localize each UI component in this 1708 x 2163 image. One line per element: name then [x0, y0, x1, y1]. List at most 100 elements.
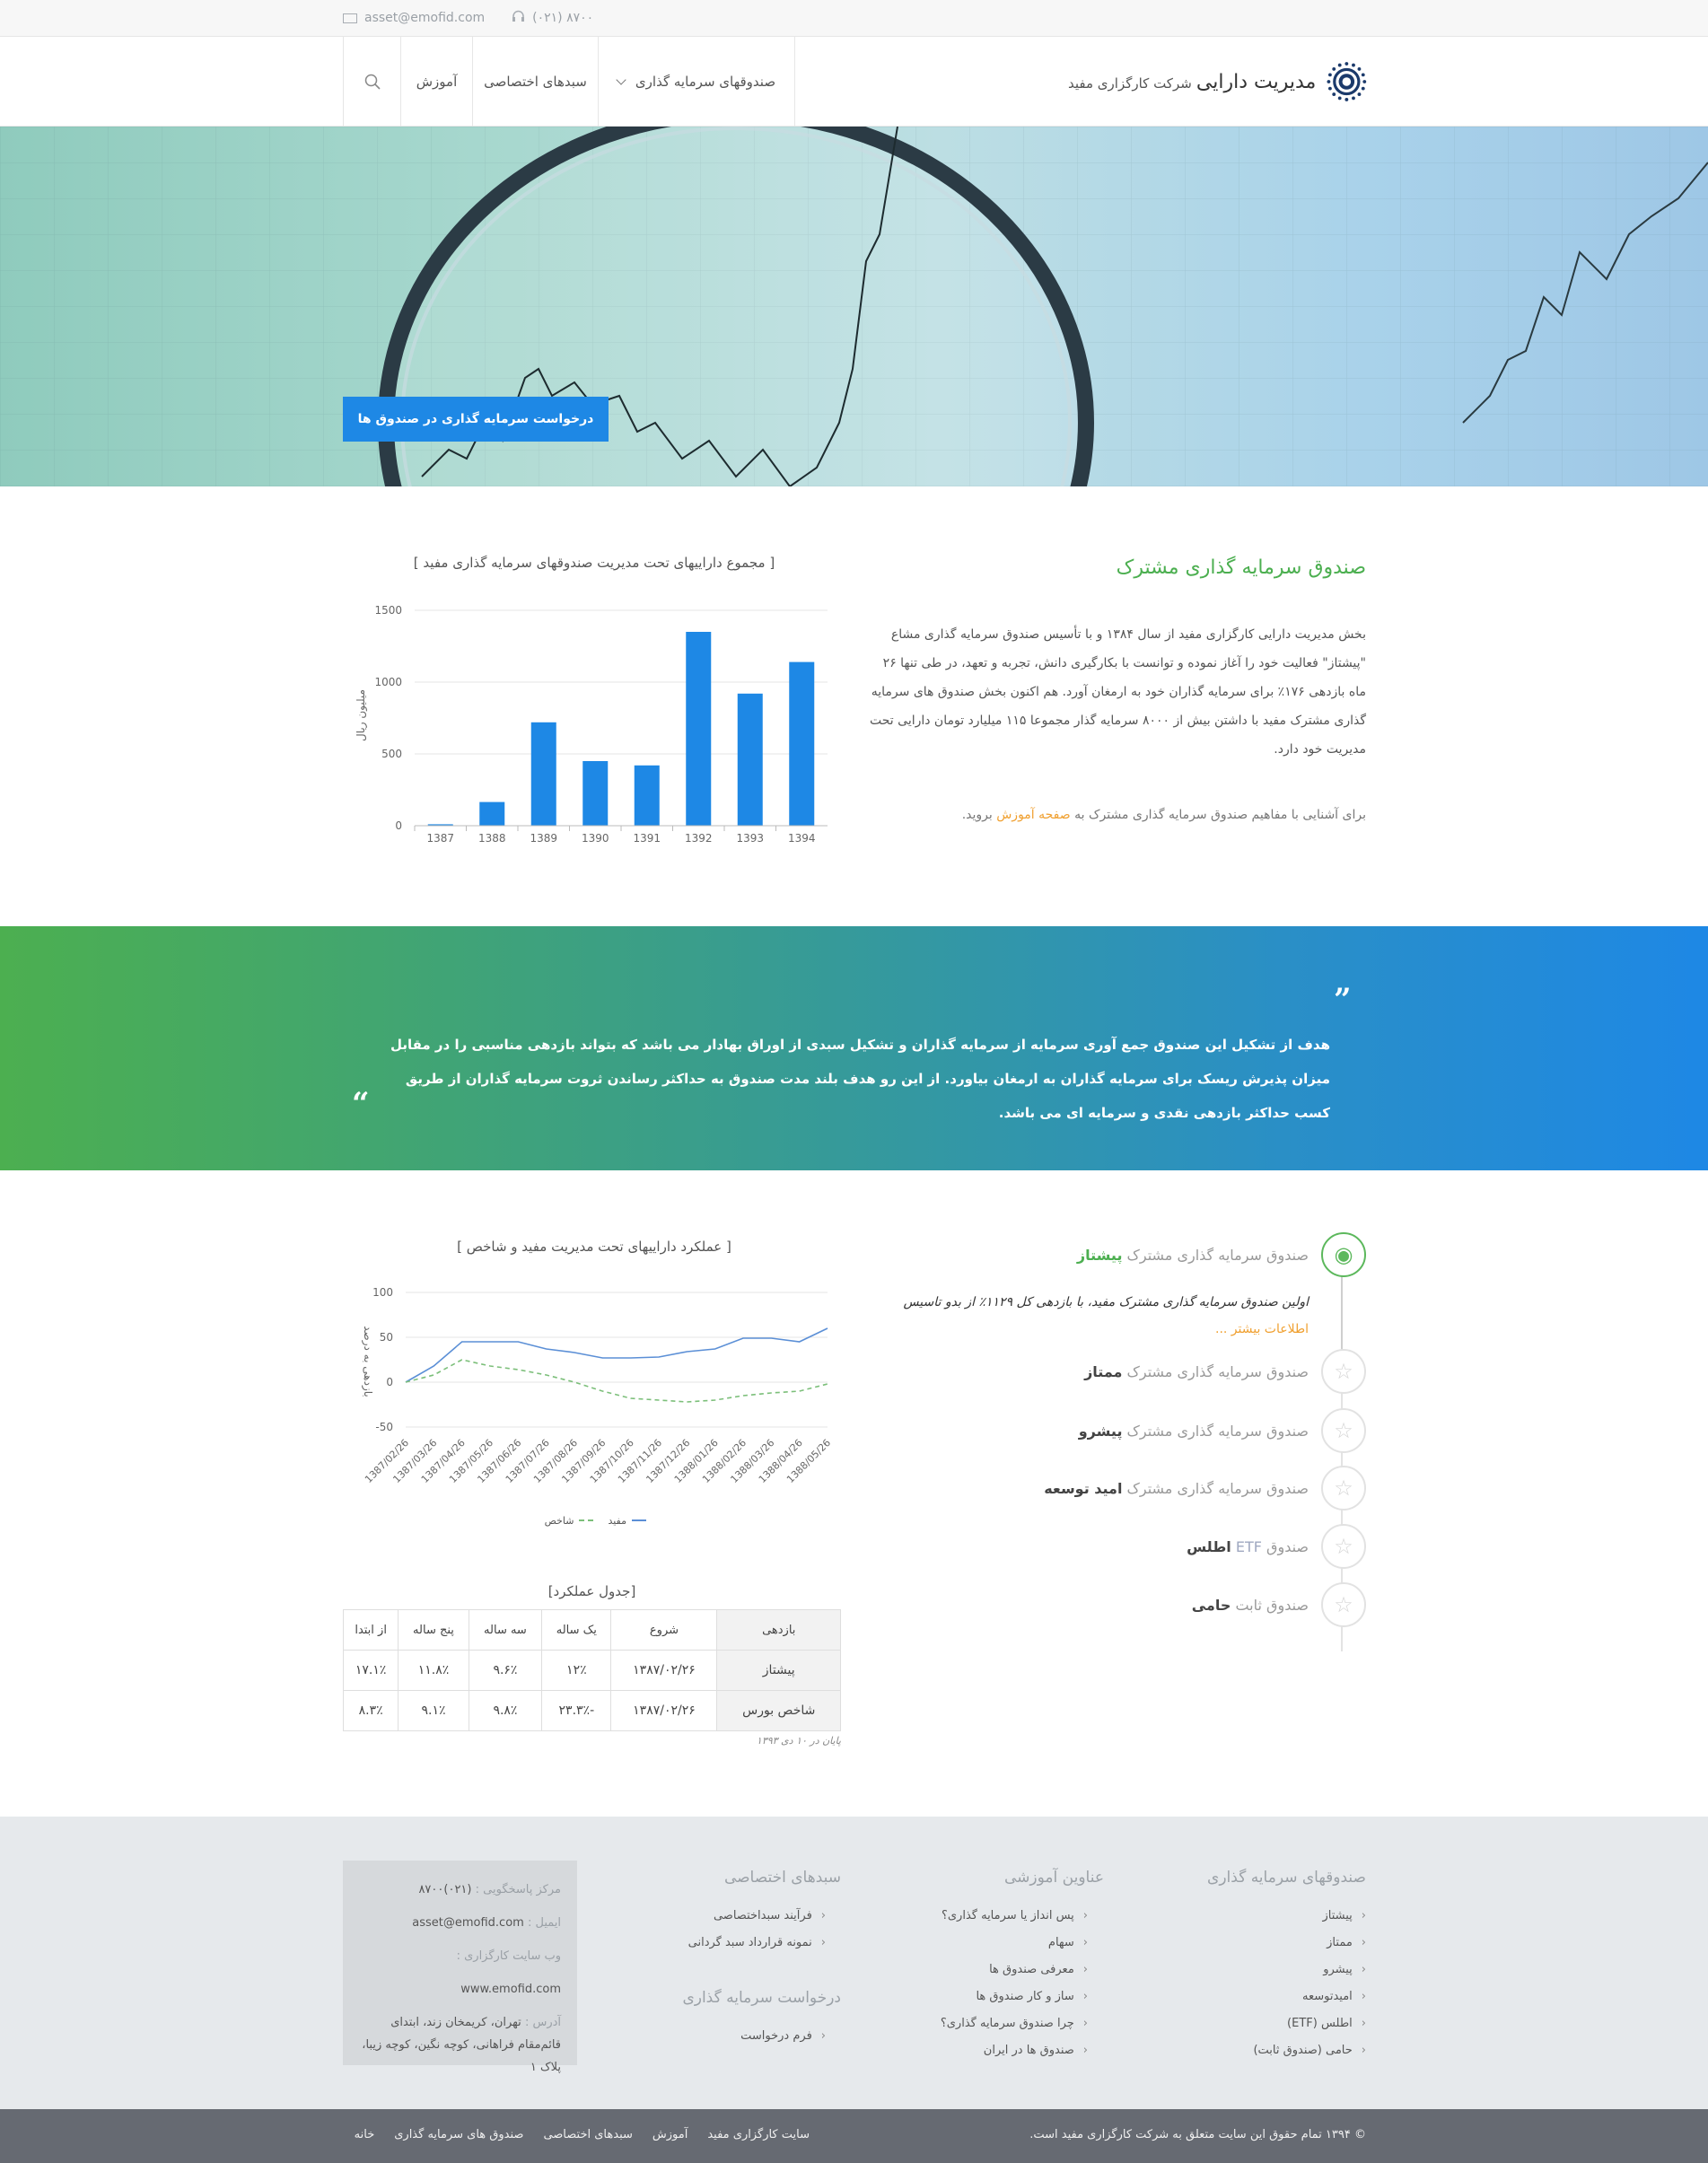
footer-link[interactable]: حامی (صندوق ثابت): [1133, 2037, 1366, 2064]
table-cell: ۸.۳٪: [342, 1690, 399, 1731]
y-tick-label: -50: [375, 1421, 393, 1433]
fund-name: صندوق سرمایه گذاری مشترک ممتاز: [1084, 1363, 1309, 1380]
fund-item[interactable]: ◉ صندوق سرمایه گذاری مشترک پیشتاز: [898, 1232, 1366, 1277]
table-cell: شاخص بورس: [716, 1690, 841, 1731]
x-tick-label: 1390: [582, 832, 609, 845]
intro-title: صندوق سرمایه گذاری مشترک: [1116, 556, 1366, 579]
nav-education-label: آموزش: [416, 74, 458, 90]
nav-baskets[interactable]: سبدهای اختصاصی: [472, 37, 598, 127]
bar: [686, 632, 712, 826]
fund-fixed-tag: ثابت: [1235, 1596, 1262, 1614]
footer: [0, 1817, 1708, 2109]
footer-link[interactable]: معرفی صندوق ها: [871, 1957, 1088, 1983]
brand-main: مدیریت دارایی: [1196, 70, 1317, 93]
topbar-phone[interactable]: (۰۲۱) ۸۷۰۰: [532, 11, 593, 25]
bottom-bar: © ۱۳۹۴ تمام حقوق این سایت متعلق به شرکت …: [0, 2109, 1708, 2163]
footer-link[interactable]: فرآیند سبداختصاصی: [610, 1903, 826, 1930]
footer-link[interactable]: امیدتوسعه: [1133, 1983, 1366, 2010]
y-tick-label: 0: [386, 1376, 393, 1388]
table-cell: ۱۲٪: [541, 1650, 612, 1691]
fund-name: صندوق سرمایه گذاری مشترک پیشرو: [1079, 1423, 1309, 1440]
fund-item[interactable]: ☆ صندوق سرمایه گذاری مشترک پیشرو: [898, 1408, 1366, 1453]
star-icon: ☆: [1321, 1466, 1366, 1511]
fund-prefix: صندوق سرمایه گذاری مشترک: [1126, 1422, 1309, 1440]
invest-request-button[interactable]: درخواست سرمایه گذاری در صندوق ها: [343, 397, 609, 442]
nav-education[interactable]: آموزش: [400, 37, 472, 127]
chevron-down-icon: [616, 74, 626, 85]
bar: [530, 722, 556, 826]
footer-link[interactable]: چرا صندوق سرمایه گذاری؟: [871, 2010, 1088, 2037]
table-row: شاخص بورس ۱۳۸۷/۰۲/۲۶ -۲۳.۳٪ ۹.۸٪ ۹.۱٪ ۸.۳٪: [342, 1690, 841, 1731]
performance-line-chart: 100500-501387/02/261387/03/261387/04/261…: [363, 1286, 833, 1485]
footer-link[interactable]: نمونه قرارداد سبد گردانی: [610, 1930, 826, 1957]
fund-prefix: صندوق: [1266, 1596, 1309, 1614]
contact-email-label: ایمیل :: [527, 1916, 561, 1930]
footer-link[interactable]: ممتاز: [1133, 1930, 1366, 1957]
footer-funds-list: پیشتازممتازپیشروامیدتوسعهاطلس (ETF)حامی …: [1133, 1903, 1366, 2064]
fund-item[interactable]: ☆ صندوق سرمایه گذاری مشترک امید توسعه: [898, 1466, 1366, 1511]
education-page-link[interactable]: صفحه آموزش: [996, 808, 1070, 822]
bottom-link[interactable]: خانه: [355, 2128, 375, 2141]
bottom-link[interactable]: صندوق های سرمایه گذاری: [394, 2128, 523, 2141]
footer-link[interactable]: پیشرو: [1133, 1957, 1366, 1983]
quote-text: هدف از تشکیل این صندوق جمع آوری سرمایه ا…: [390, 1037, 1330, 1121]
footer-link[interactable]: سهام: [871, 1930, 1088, 1957]
series-line: [405, 1327, 828, 1383]
bottom-link[interactable]: سایت کارگزاری مفید: [707, 2128, 810, 2141]
search-button[interactable]: [343, 37, 400, 127]
copyright: © ۱۳۹۴ تمام حقوق این سایت متعلق به شرکت …: [1029, 2128, 1366, 2141]
table-cell: ۱۳۸۷/۰۲/۲۶: [610, 1650, 718, 1691]
footer-request-list: فرم درخواست: [610, 2023, 826, 2050]
footer-link[interactable]: اطلس (ETF): [1133, 2010, 1366, 2037]
intro-paragraph: بخش مدیریت دارایی کارگزاری مفید از سال ۱…: [870, 627, 1366, 757]
fund-item[interactable]: ☆ صندوق ETF اطلس: [898, 1524, 1366, 1569]
assets-bar-chart: 0 500 1000 1500 1387 1388 1389 1390 1391 1392 1393…: [374, 604, 828, 845]
table-cell: پیشتاز: [716, 1650, 841, 1691]
headset-icon: [512, 10, 525, 27]
contact-email-value[interactable]: asset@emofid.com: [412, 1916, 524, 1930]
intro-edu-suffix: بروید.: [961, 808, 993, 822]
table-header-cell: سه ساله: [468, 1609, 543, 1651]
footer-request-head: درخواست سرمایه گذاری: [682, 1989, 841, 2007]
nav-baskets-label: سبدهای اختصاصی: [484, 74, 587, 90]
mail-icon: [343, 13, 357, 23]
fund-prefix: صندوق: [1266, 1537, 1309, 1555]
nav-funds[interactable]: صندوقهای سرمایه گذاری: [598, 37, 795, 127]
table-header-cell: پنج ساله: [398, 1609, 469, 1651]
y-tick-label: 1000: [374, 676, 402, 688]
intro-edu-line: برای آشنایی با مفاهیم صندوق سرمایه گذاری…: [863, 808, 1366, 822]
topbar-email[interactable]: asset@emofid.com: [364, 11, 485, 25]
footer-link[interactable]: پس انداز یا سرمایه گذاری؟: [871, 1903, 1088, 1930]
table-header-cell: شروع: [610, 1609, 718, 1651]
y-tick-label: 50: [380, 1331, 393, 1344]
footer-baskets-head: سبدهای اختصاصی: [723, 1869, 841, 1887]
legend-index: شاخص: [544, 1514, 574, 1527]
bar: [634, 765, 660, 826]
x-tick-label: 1394: [788, 832, 816, 845]
fund-title: ممتاز: [1084, 1362, 1123, 1380]
hero-graph-image: [0, 127, 1708, 486]
footer-link[interactable]: فرم درخواست: [610, 2023, 826, 2050]
footer-link[interactable]: پیشتاز: [1133, 1903, 1366, 1930]
logo-icon: [1327, 62, 1367, 101]
footer-edu-head: عناوین آموزشی: [1004, 1869, 1104, 1887]
x-tick-label: 1393: [736, 832, 764, 845]
more-info-link[interactable]: اطلاعات بیشتر ...: [1129, 1322, 1309, 1336]
bottom-link[interactable]: آموزش: [653, 2128, 688, 2141]
contact-support-value[interactable]: (۰۲۱)۸۷۰۰: [418, 1883, 471, 1896]
footer-link[interactable]: ساز و کار صندوق ها: [871, 1983, 1088, 2010]
bottom-link[interactable]: سبدهای اختصاصی: [543, 2128, 632, 2141]
footer-edu-list: پس انداز یا سرمایه گذاری؟سهاممعرفی صندوق…: [871, 1903, 1088, 2064]
contact-web-value[interactable]: www.emofid.com: [460, 1983, 561, 1996]
x-tick-label: 1389: [530, 832, 557, 845]
brand[interactable]: مدیریت دارایی شرکت کارگزاری مفید: [1068, 57, 1367, 107]
footer-funds-head: صندوقهای سرمایه گذاری: [1207, 1869, 1366, 1887]
table-cell: ۹.۱٪: [398, 1690, 469, 1731]
nav-funds-label: صندوقهای سرمایه گذاری: [635, 74, 776, 90]
table-cell: ۱۷.۱٪: [342, 1650, 399, 1691]
fund-item[interactable]: ☆ صندوق ثابت حامی: [898, 1582, 1366, 1627]
fund-prefix: صندوق سرمایه گذاری مشترک: [1126, 1246, 1309, 1264]
table-header-cell: بازدهی: [716, 1609, 841, 1651]
footer-link[interactable]: صندوق ها در ایران: [871, 2037, 1088, 2064]
fund-item[interactable]: ☆ صندوق سرمایه گذاری مشترک ممتاز: [898, 1349, 1366, 1394]
